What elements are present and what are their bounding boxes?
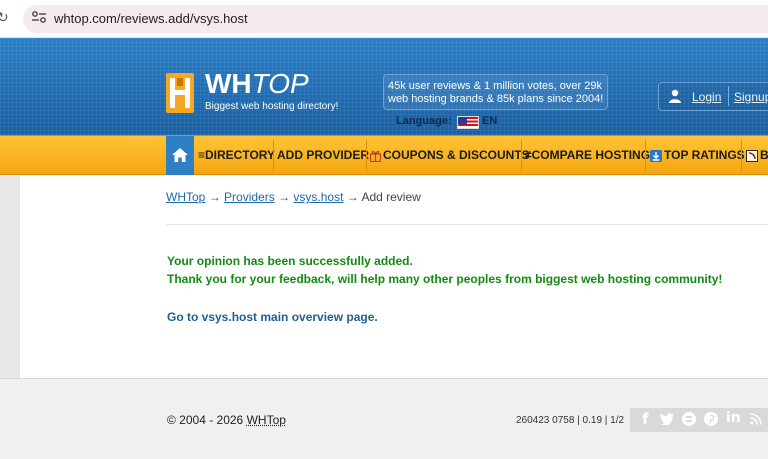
- nav-top-ratings[interactable]: TOP RATINGS: [650, 136, 745, 175]
- nav-home-button[interactable]: [166, 136, 194, 175]
- site-header: WHTOP Biggest web hosting directory! 45k…: [0, 38, 768, 135]
- left-gutter: [0, 176, 20, 378]
- nav-add-provider[interactable]: ADD PROVIDER: [277, 136, 369, 175]
- logo-title-light: TOP: [251, 68, 309, 99]
- rss-icon[interactable]: [750, 413, 762, 425]
- linkedin-icon[interactable]: in: [726, 410, 741, 426]
- main-nav: ≡DIRECTORY ADD PROVIDER COUPONS & DISCOU…: [0, 135, 768, 175]
- breadcrumb-separator: →: [278, 190, 291, 204]
- language-label: Language:: [396, 115, 452, 127]
- nav-coupons[interactable]: COUPONS & DISCOUNTS: [370, 136, 530, 175]
- us-flag-icon[interactable]: [457, 116, 479, 129]
- signup-link[interactable]: Signup: [734, 90, 768, 104]
- ratings-icon: [650, 149, 662, 162]
- account-separator: [728, 86, 729, 106]
- reload-icon[interactable]: ↻: [0, 10, 9, 26]
- nav-divider: [521, 140, 522, 171]
- nav-blog[interactable]: B: [746, 136, 768, 175]
- copyright: © 2004 - 2026 WHTop: [167, 413, 286, 427]
- breadcrumb-separator: →: [208, 190, 221, 204]
- nav-divider: [741, 140, 742, 171]
- breadcrumb-vsys-host[interactable]: vsys.host: [293, 190, 343, 204]
- nav-divider: [273, 140, 274, 171]
- stats-line-2: web hosting brands & 85k plans since 200…: [388, 93, 604, 105]
- page: ↻ whtop.com/reviews.add/vsys.host WHTOP …: [0, 0, 768, 459]
- site-settings-icon[interactable]: [31, 10, 47, 24]
- twitter-icon[interactable]: [660, 413, 674, 425]
- breadcrumb-whtop[interactable]: WHTop: [166, 190, 205, 204]
- nav-divider: [645, 140, 646, 171]
- nav-compare-hosting[interactable]: ≠COMPARE HOSTING: [525, 136, 650, 175]
- gift-icon: [370, 150, 381, 162]
- logo-title[interactable]: WHTOP: [205, 70, 309, 98]
- breadcrumb-providers[interactable]: Providers: [224, 190, 275, 204]
- logo-subtitle: Biggest web hosting directory!: [205, 101, 339, 112]
- nav-divider: [366, 140, 367, 171]
- whtop-logo-icon[interactable]: [166, 73, 194, 113]
- breadcrumb-separator: →: [346, 190, 359, 204]
- rss-feed-icon: [746, 149, 758, 162]
- logo-title-bold: WH: [205, 68, 252, 99]
- stats-box: 45k user reviews & 1 million votes, over…: [383, 74, 608, 110]
- url-text[interactable]: whtop.com/reviews.add/vsys.host: [54, 11, 248, 26]
- login-link[interactable]: Login: [692, 90, 721, 104]
- nav-coupons-label: COUPONS & DISCOUNTS: [383, 148, 530, 162]
- home-icon: [172, 148, 188, 162]
- build-info: 260423 0758 | 0.19 | 1/2: [516, 415, 625, 426]
- stats-line-1: 45k user reviews & 1 million votes, over…: [388, 80, 602, 92]
- language-code[interactable]: EN: [482, 115, 497, 127]
- social-links: f in: [630, 408, 768, 432]
- user-icon: [669, 89, 681, 103]
- breadcrumb: WHTop → Providers → vsys.host → Add revi…: [166, 190, 421, 204]
- success-message: Your opinion has been successfully added…: [167, 254, 413, 268]
- copyright-brand-link[interactable]: WHTop: [247, 413, 286, 427]
- browser-address-bar: ↻ whtop.com/reviews.add/vsys.host: [0, 0, 768, 38]
- copyright-prefix: © 2004 - 2026: [167, 413, 247, 427]
- facebook-icon[interactable]: f: [642, 410, 649, 428]
- goto-overview-link[interactable]: Go to vsys.host main overview page.: [167, 310, 378, 324]
- nav-blog-label: B: [760, 148, 768, 162]
- pinterest-icon[interactable]: [704, 412, 718, 426]
- breadcrumb-current: Add review: [361, 190, 421, 204]
- blogger-icon[interactable]: [682, 412, 696, 426]
- nav-top-ratings-label: TOP RATINGS: [664, 148, 745, 162]
- thanks-message: Thank you for your feedback, will help m…: [167, 272, 723, 286]
- nav-directory[interactable]: ≡DIRECTORY: [198, 136, 275, 175]
- content-divider: [166, 224, 768, 225]
